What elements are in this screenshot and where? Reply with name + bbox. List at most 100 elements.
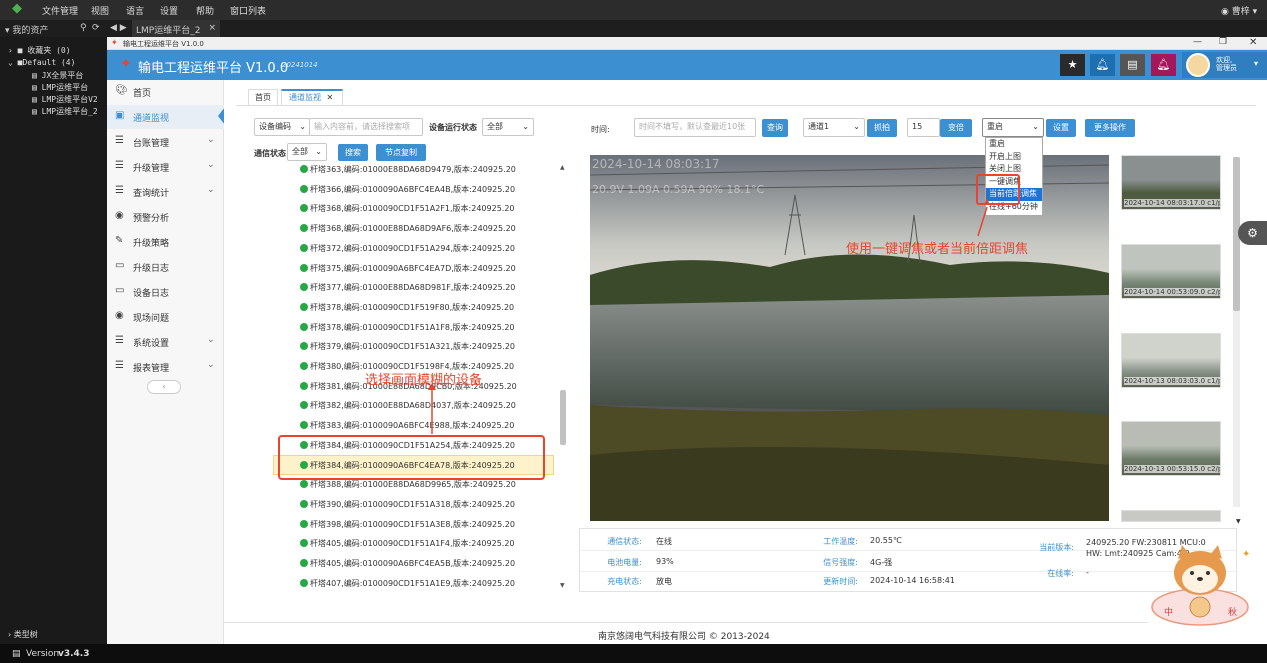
- time-label: 时间:: [591, 125, 610, 134]
- menu-language[interactable]: 语言: [126, 4, 144, 17]
- scroll-down-icon[interactable]: ▼: [560, 582, 565, 589]
- device-row[interactable]: 杆塔363,编码:01000E88DA68D9479,版本:240925.20: [300, 160, 516, 179]
- refresh-icon[interactable]: ⟳: [92, 23, 100, 33]
- gear-icon[interactable]: ⚙: [1238, 221, 1267, 245]
- device-row[interactable]: 杆塔368,编码:01000E88DA68D9AF6,版本:240925.20: [300, 219, 516, 238]
- alert-bell-icon[interactable]: 🔔︎: [1151, 54, 1176, 76]
- snapshot-thumbnail[interactable]: 2024-10-13 08:03:03.0 c1/p0: [1121, 333, 1221, 388]
- tab-lmp2[interactable]: LMP运维平台_2 ×: [132, 20, 220, 37]
- device-row[interactable]: 杆塔372,编码:0100090CD1F51A294,版本:240925.20: [300, 239, 515, 258]
- online-status-icon: [300, 362, 308, 370]
- menu-help[interactable]: 帮助: [196, 4, 214, 17]
- sidebar-item-9[interactable]: ◉ 现场问题: [107, 305, 224, 329]
- assets-toggle[interactable]: ▾ 我的资产: [5, 23, 48, 36]
- menu-view[interactable]: 视图: [91, 4, 109, 17]
- menu-window-list[interactable]: 窗口列表: [230, 4, 266, 17]
- time-input[interactable]: 时间不填写，默认查最近10张: [634, 118, 756, 137]
- sidebar-item-3[interactable]: ☰ 升级管理 ⌄: [107, 155, 224, 179]
- search-button[interactable]: 搜索: [338, 144, 368, 161]
- snapshot-thumbnail[interactable]: 2024-10-13 00:53:15.0 c2/p0: [1121, 421, 1221, 476]
- sidebar-item-11[interactable]: ☰ 报表管理 ⌄: [107, 355, 224, 379]
- tree-favorites[interactable]: › ■ 收藏夹 (0): [8, 45, 71, 56]
- device-row[interactable]: 杆塔378,编码:0100090CD1F519F80,版本:240925.20: [300, 298, 514, 317]
- device-row[interactable]: 杆塔383,编码:0100090A6BFC4E988,版本:240925.20: [300, 416, 514, 435]
- device-row[interactable]: 杆塔382,编码:01000E88DA68D4037,版本:240925.20: [300, 396, 516, 415]
- sidebar-item-0[interactable]: 🎨︎ 首页: [107, 80, 224, 104]
- device-row[interactable]: 杆塔379,编码:0100090CD1F51A321,版本:240925.20: [300, 337, 515, 356]
- tree-item-lmp2[interactable]: ▤ LMP运维平台_2: [32, 106, 98, 117]
- tree-default[interactable]: ⌄ ■Default (4): [8, 58, 75, 67]
- sidebar-item-6[interactable]: ✎ 升级策略: [107, 230, 224, 254]
- device-row[interactable]: 杆塔378,编码:0100090CD1F51A1F8,版本:240925.20: [300, 318, 515, 337]
- device-row[interactable]: 杆塔407,编码:0100090CD1F51A1E9,版本:240925.20: [300, 574, 515, 592]
- sidebar-item-10[interactable]: ☰ 系统设置 ⌄: [107, 330, 224, 354]
- tab-channel-monitor[interactable]: 通道监视 ✕: [281, 89, 343, 106]
- snapshot-thumbnail[interactable]: [1121, 510, 1221, 522]
- channel-select[interactable]: 通道1 ⌄: [803, 118, 865, 137]
- star-icon[interactable]: ★: [1060, 54, 1085, 76]
- close-icon[interactable]: ×: [208, 23, 216, 33]
- dropdown-option[interactable]: 开启上图: [986, 151, 1042, 164]
- sidebar-item-4[interactable]: ☰ 查询统计 ⌄: [107, 180, 224, 204]
- avatar: [1186, 53, 1210, 77]
- thumbs-scrollbar-track[interactable]: [1233, 157, 1240, 507]
- user-profile[interactable]: 欢迎, 管理员 ▾: [1182, 52, 1267, 78]
- sidebar-item-5[interactable]: ◉ 预警分析: [107, 205, 224, 229]
- tree-item-jx[interactable]: ▤ JX全景平台: [32, 70, 83, 81]
- bell-icon[interactable]: 🔔︎: [1090, 54, 1115, 76]
- query-button[interactable]: 查询: [762, 119, 788, 137]
- sidebar-item-label: 报表管理: [133, 364, 170, 374]
- device-code-select[interactable]: 设备编码 ⌄: [254, 118, 310, 136]
- update-value: 2024-10-14 16:58:41: [870, 576, 955, 585]
- zoom-button[interactable]: 变倍: [940, 119, 972, 137]
- device-row[interactable]: 杆塔405,编码:0100090CD1F51A1F4,版本:240925.20: [300, 534, 515, 553]
- restore-icon[interactable]: ❐: [1219, 37, 1227, 47]
- device-row[interactable]: 杆塔368,编码:0100090CD1F51A2F1,版本:240925.20: [300, 199, 515, 218]
- zoom-value-input[interactable]: 15: [907, 118, 940, 137]
- scroll-down-icon[interactable]: ▼: [1236, 518, 1241, 525]
- sidebar-item-label: 查询统计: [133, 189, 170, 199]
- nav-arrows-icon[interactable]: ◀ ▶: [110, 23, 127, 33]
- dropdown-option[interactable]: 重启: [986, 138, 1042, 151]
- collapse-sidebar-button[interactable]: ‹: [147, 380, 181, 394]
- card-icon[interactable]: ▤: [1120, 54, 1145, 76]
- sidebar-item-7[interactable]: ▭ 升级日志: [107, 255, 224, 279]
- sidebar-item-2[interactable]: ☰ 台账管理 ⌄: [107, 130, 224, 154]
- command-select[interactable]: 重启 ⌄: [982, 118, 1044, 137]
- type-tree-toggle[interactable]: › 类型树: [8, 629, 38, 640]
- list-scrollbar[interactable]: [560, 390, 566, 445]
- device-row[interactable]: 杆塔366,编码:0100090A6BFC4EA4B,版本:240925.20: [300, 180, 515, 199]
- window-title: 输电工程运维平台 V1.0.0: [123, 40, 204, 48]
- device-row[interactable]: 杆塔390,编码:0100090CD1F51A318,版本:240925.20: [300, 495, 515, 514]
- search-icon[interactable]: ⚲: [80, 23, 87, 33]
- capture-button[interactable]: 抓拍: [867, 119, 897, 137]
- sidebar-item-8[interactable]: ▭ 设备日志: [107, 280, 224, 304]
- device-row[interactable]: 杆塔377,编码:01000E88DA68D981F,版本:240925.20: [300, 278, 515, 297]
- device-row[interactable]: 杆塔398,编码:0100090CD1F51A3E8,版本:240925.20: [300, 515, 515, 534]
- tree-item-lmp[interactable]: ▤ LMP运维平台: [32, 82, 88, 93]
- device-row[interactable]: 杆塔375,编码:0100090A6BFC4EA7D,版本:240925.20: [300, 259, 516, 278]
- close-icon[interactable]: ✕: [327, 93, 334, 102]
- keyword-input[interactable]: 输入内容前，请选择搜索项: [309, 118, 423, 136]
- tree-label: 类型树: [13, 630, 38, 639]
- user-name: 曹梓: [1231, 7, 1250, 17]
- menu-settings[interactable]: 设置: [160, 4, 178, 17]
- copy-node-button[interactable]: 节点复制: [376, 144, 426, 161]
- scroll-up-icon[interactable]: ▲: [560, 164, 565, 171]
- tab-home[interactable]: 首页: [248, 89, 278, 106]
- edit-icon: ✎: [115, 235, 124, 246]
- tree-item-lmpv2[interactable]: ▤ LMP运维平台V2: [32, 94, 98, 105]
- run-status-select[interactable]: 全部 ⌄: [482, 118, 534, 136]
- snapshot-thumbnail[interactable]: 2024-10-14 00:53:09.0 c2/p0: [1121, 244, 1221, 299]
- more-actions-button[interactable]: 更多操作: [1085, 119, 1135, 137]
- sidebar-item-1[interactable]: ▣ 通道监视: [107, 105, 225, 129]
- minimize-icon[interactable]: —: [1193, 37, 1202, 47]
- user-menu[interactable]: ◉ 曹梓 ▾: [1221, 4, 1257, 17]
- menu-file[interactable]: 文件管理: [42, 4, 78, 17]
- close-window-icon[interactable]: ✕: [1249, 37, 1257, 48]
- copyright-footer: 南京悠阔电气科技有限公司 © 2013-2024: [598, 632, 770, 642]
- set-button[interactable]: 设置: [1046, 119, 1076, 137]
- comm-status-select[interactable]: 全部 ⌄: [287, 143, 327, 161]
- snapshot-thumbnail[interactable]: 2024-10-14 08:03:17.0 c1/p0: [1121, 155, 1221, 210]
- device-row[interactable]: 杆塔405,编码:0100090A6BFC4EA5B,版本:240925.20: [300, 554, 515, 573]
